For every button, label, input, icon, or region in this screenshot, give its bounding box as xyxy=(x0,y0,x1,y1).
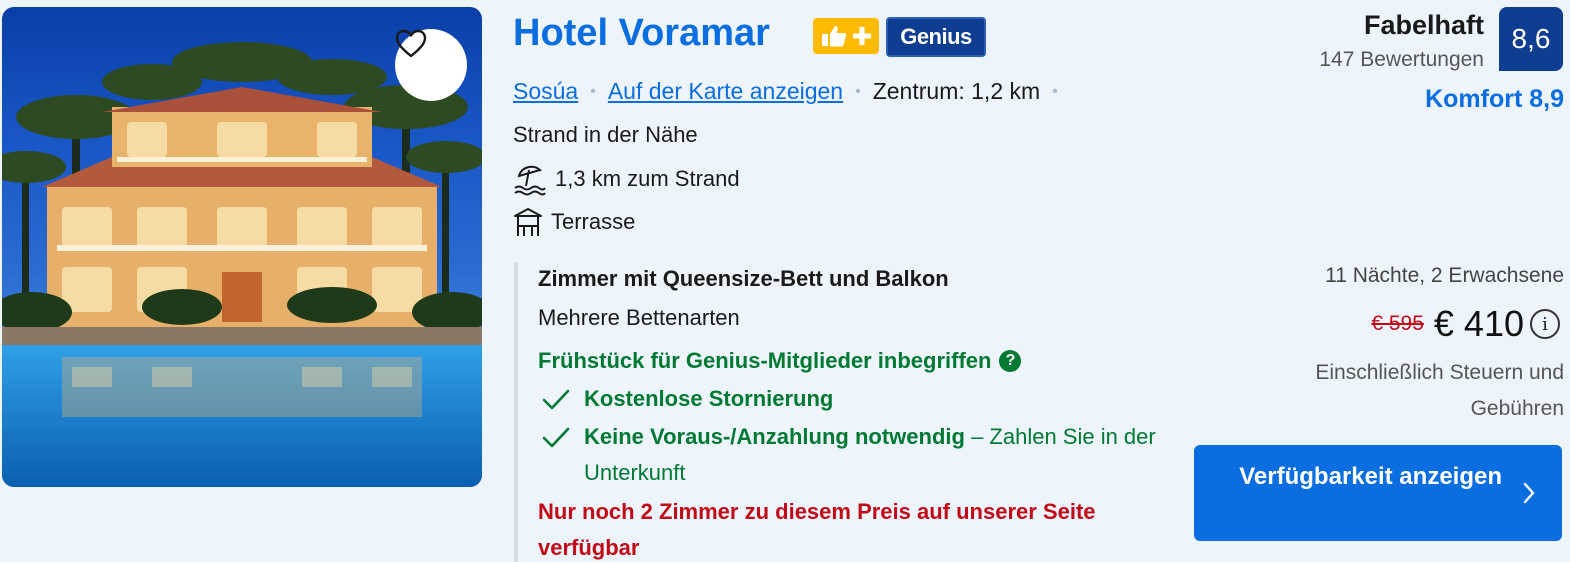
location-line: Sosúa • Auf der Karte anzeigen • Zentrum… xyxy=(513,78,1070,105)
preferred-badge xyxy=(813,18,879,54)
separator-dot: • xyxy=(1052,82,1058,100)
genius-badge: Genius xyxy=(886,17,986,57)
feature-terrace-label: Terrasse xyxy=(551,209,636,234)
heart-icon xyxy=(395,29,427,58)
current-price: € 410 xyxy=(1433,303,1524,344)
room-divider xyxy=(514,262,518,562)
room-title[interactable]: Zimmer mit Queensize-Bett und Balkon xyxy=(538,266,949,292)
favorite-button[interactable] xyxy=(395,29,467,101)
taxes-note: Einschließlich Steuern und Gebühren xyxy=(1315,361,1564,420)
info-icon[interactable]: i xyxy=(1530,309,1560,339)
comfort-score: Komfort 8,9 xyxy=(1425,85,1564,113)
chevron-right-icon xyxy=(1523,482,1535,504)
location-link[interactable]: Sosúa xyxy=(513,78,578,105)
beach-icon xyxy=(514,165,546,196)
free-cancellation: Kostenlose Stornierung xyxy=(538,381,833,417)
map-link[interactable]: Auf der Karte anzeigen xyxy=(608,78,843,105)
feature-beach: 1,3 km zum Strand xyxy=(513,162,740,196)
terrace-icon xyxy=(514,208,542,236)
scarcity-message: Nur noch 2 Zimmer zu diesem Preis auf un… xyxy=(538,499,1096,560)
show-availability-label: Verfügbarkeit anzeigen xyxy=(1239,463,1502,490)
separator-dot: • xyxy=(590,82,596,100)
feature-beach-label: 1,3 km zum Strand xyxy=(555,166,740,191)
checkmark-icon xyxy=(542,427,570,448)
help-icon[interactable]: ? xyxy=(999,350,1022,372)
show-availability-button[interactable]: Verfügbarkeit anzeigen xyxy=(1194,445,1562,541)
distance-center: Zentrum: 1,2 km xyxy=(872,78,1041,104)
feature-terrace: Terrasse xyxy=(513,206,635,238)
thumbs-up-icon xyxy=(822,26,847,47)
breakfast-label: Frühstück für Genius-Mitglieder inbegrif… xyxy=(538,348,992,373)
hotel-name[interactable]: Hotel Voramar xyxy=(513,12,770,55)
original-price: € 595 xyxy=(1371,312,1424,335)
checkmark-icon xyxy=(542,389,570,410)
rating-word[interactable]: Fabelhaft xyxy=(1364,10,1484,41)
hotel-photo[interactable] xyxy=(2,7,482,487)
beach-near-label: Strand in der Nähe xyxy=(513,122,698,147)
price-line: € 595 € 410 xyxy=(1371,303,1524,345)
review-count[interactable]: 147 Bewertungen xyxy=(1319,48,1484,72)
separator-dot: • xyxy=(855,82,861,100)
no-prepayment-bold: Keine Voraus-/Anzahlung notwendig xyxy=(584,424,965,449)
free-cancellation-label: Kostenlose Stornierung xyxy=(584,386,834,411)
review-score[interactable]: 8,6 xyxy=(1499,7,1563,71)
breakfast-info: Frühstück für Genius-Mitglieder inbegrif… xyxy=(538,348,1022,374)
no-prepayment: Keine Voraus-/Anzahlung notwendig – Zahl… xyxy=(538,419,1178,491)
room-beds: Mehrere Bettenarten xyxy=(538,305,740,330)
stay-details: 11 Nächte, 2 Erwachsene xyxy=(1325,264,1564,287)
plus-icon xyxy=(853,27,871,45)
